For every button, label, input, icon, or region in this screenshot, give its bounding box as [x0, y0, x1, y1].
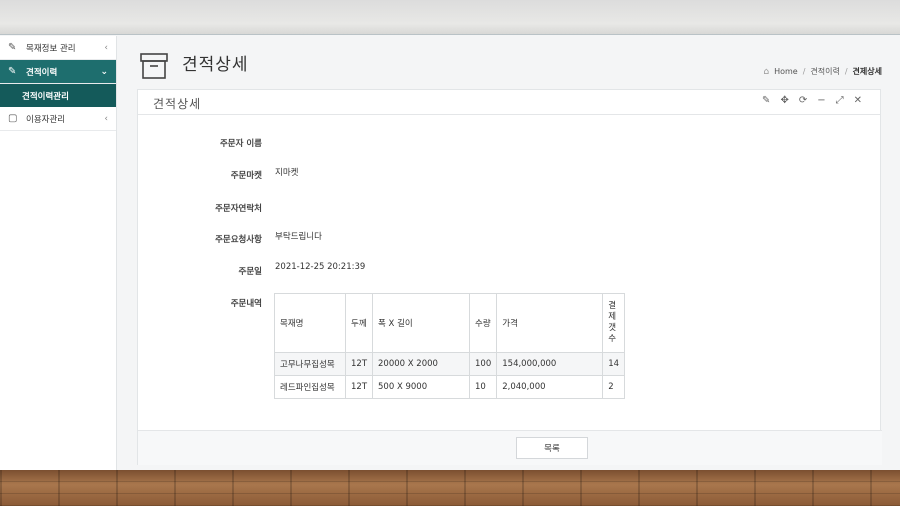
table-cell: 20000 X 2000 [372, 352, 471, 376]
table-cell: 2,040,000 [496, 375, 604, 399]
sidebar-item-quote-history[interactable]: ✎ 견적이력 ⌄ [0, 60, 116, 84]
chevron-left-icon: ‹ [104, 113, 108, 124]
field-value: 부탁드립니다 [275, 232, 322, 242]
edit-icon: ✎ [8, 66, 17, 77]
sidebar-item-label: 견적이력 [26, 67, 58, 78]
sidebar-item-label: 이용자관리 [26, 114, 66, 125]
breadcrumb-current: 견제상세 [852, 67, 882, 76]
field-label: 주문일 [238, 267, 262, 277]
quote-detail-panel: 견적상세 ✎ ✥ ⟳ − ⤢ ✕ 주문자 이름 주문마켓 지마켓 주문자연락처 … [137, 89, 882, 465]
field-value: 2021-12-25 20:21:39 [275, 262, 366, 272]
field-label: 주문자연락처 [215, 204, 262, 214]
sidebar-item-wood-info[interactable]: ✎ 목재정보 관리 ‹ [0, 36, 116, 60]
table-cell: 고무나무집성목 [274, 352, 346, 376]
column-header-thickness: 두께 [344, 293, 374, 353]
table-cell: 154,000,000 [496, 352, 604, 376]
table-cell: 12T [344, 352, 374, 376]
page-header: 견적상세 ⌂ Home / 견적이력 / 견제상세 [118, 36, 900, 88]
sidebar-item-label: 목재정보 관리 [26, 43, 76, 54]
breadcrumb-separator: / [844, 67, 848, 76]
column-header-quantity: 수량 [469, 293, 498, 353]
table-cell: 10 [469, 375, 498, 399]
wood-floor-background [0, 470, 900, 506]
chevron-left-icon: ‹ [104, 42, 108, 53]
minimize-icon[interactable]: − [817, 95, 825, 106]
column-header-price: 가격 [496, 293, 604, 353]
close-icon[interactable]: ✕ [854, 95, 862, 106]
table-row: 레드파인집성목 12T 500 X 9000 10 2,040,000 2 [274, 375, 626, 399]
breadcrumb-separator: / [802, 67, 806, 76]
move-icon[interactable]: ✥ [780, 95, 788, 106]
breadcrumb-section[interactable]: 견적이력 [810, 66, 839, 77]
table-row: 고무나무집성목 12T 20000 X 2000 100 154,000,000… [274, 352, 626, 376]
column-header-payment-count: 결제갯수 [602, 293, 626, 353]
sidebar: ✎ 목재정보 관리 ‹ ✎ 견적이력 ⌄ 견적이력관리 ▢ 이용자관리 ‹ [0, 36, 117, 470]
calendar-icon: ▢ [8, 113, 18, 124]
archive-box-icon [140, 53, 168, 79]
refresh-icon[interactable]: ⟳ [799, 95, 807, 106]
panel-toolbar: ✎ ✥ ⟳ − ⤢ ✕ [762, 95, 862, 106]
sidebar-subitem-quote-history-manage[interactable]: 견적이력관리 [0, 84, 116, 107]
expand-icon[interactable]: ⤢ [836, 95, 844, 106]
table-cell: 14 [602, 352, 626, 376]
order-items-table: 목재명 두께 폭 X 길이 수량 가격 결제갯수 고무나무집성목 12T 200… [274, 293, 626, 399]
field-value: 지마켓 [275, 168, 299, 178]
sidebar-item-label: 견적이력관리 [22, 91, 69, 102]
table-cell: 레드파인집성목 [274, 375, 346, 399]
breadcrumb: ⌂ Home / 견적이력 / 견제상세 [763, 66, 882, 77]
field-label: 주문마켓 [230, 171, 262, 181]
table-header-row: 목재명 두께 폭 X 길이 수량 가격 결제갯수 [274, 293, 626, 353]
home-icon: ⌂ [763, 66, 770, 77]
pencil-icon[interactable]: ✎ [762, 95, 770, 106]
panel-header: 견적상세 ✎ ✥ ⟳ − ⤢ ✕ [138, 90, 880, 115]
field-label: 주문자 이름 [219, 139, 262, 149]
sidebar-item-user-manage[interactable]: ▢ 이용자관리 ‹ [0, 107, 116, 131]
top-bar [0, 0, 900, 35]
table-cell: 100 [469, 352, 498, 376]
table-cell: 12T [344, 375, 374, 399]
column-header-wood-name: 목재명 [274, 293, 346, 353]
list-button[interactable]: 목록 [516, 437, 588, 459]
edit-icon: ✎ [8, 42, 17, 53]
table-cell: 2 [602, 375, 626, 399]
page-title: 견적상세 [182, 55, 249, 75]
field-label: 주문요청사항 [215, 235, 262, 245]
panel-title: 견적상세 [153, 97, 202, 111]
column-header-size: 폭 X 길이 [372, 293, 471, 353]
chevron-down-icon: ⌄ [100, 66, 108, 77]
field-label: 주문내역 [230, 299, 262, 309]
breadcrumb-home[interactable]: Home [774, 67, 798, 76]
panel-footer: 목록 [138, 430, 882, 465]
table-cell: 500 X 9000 [372, 375, 471, 399]
